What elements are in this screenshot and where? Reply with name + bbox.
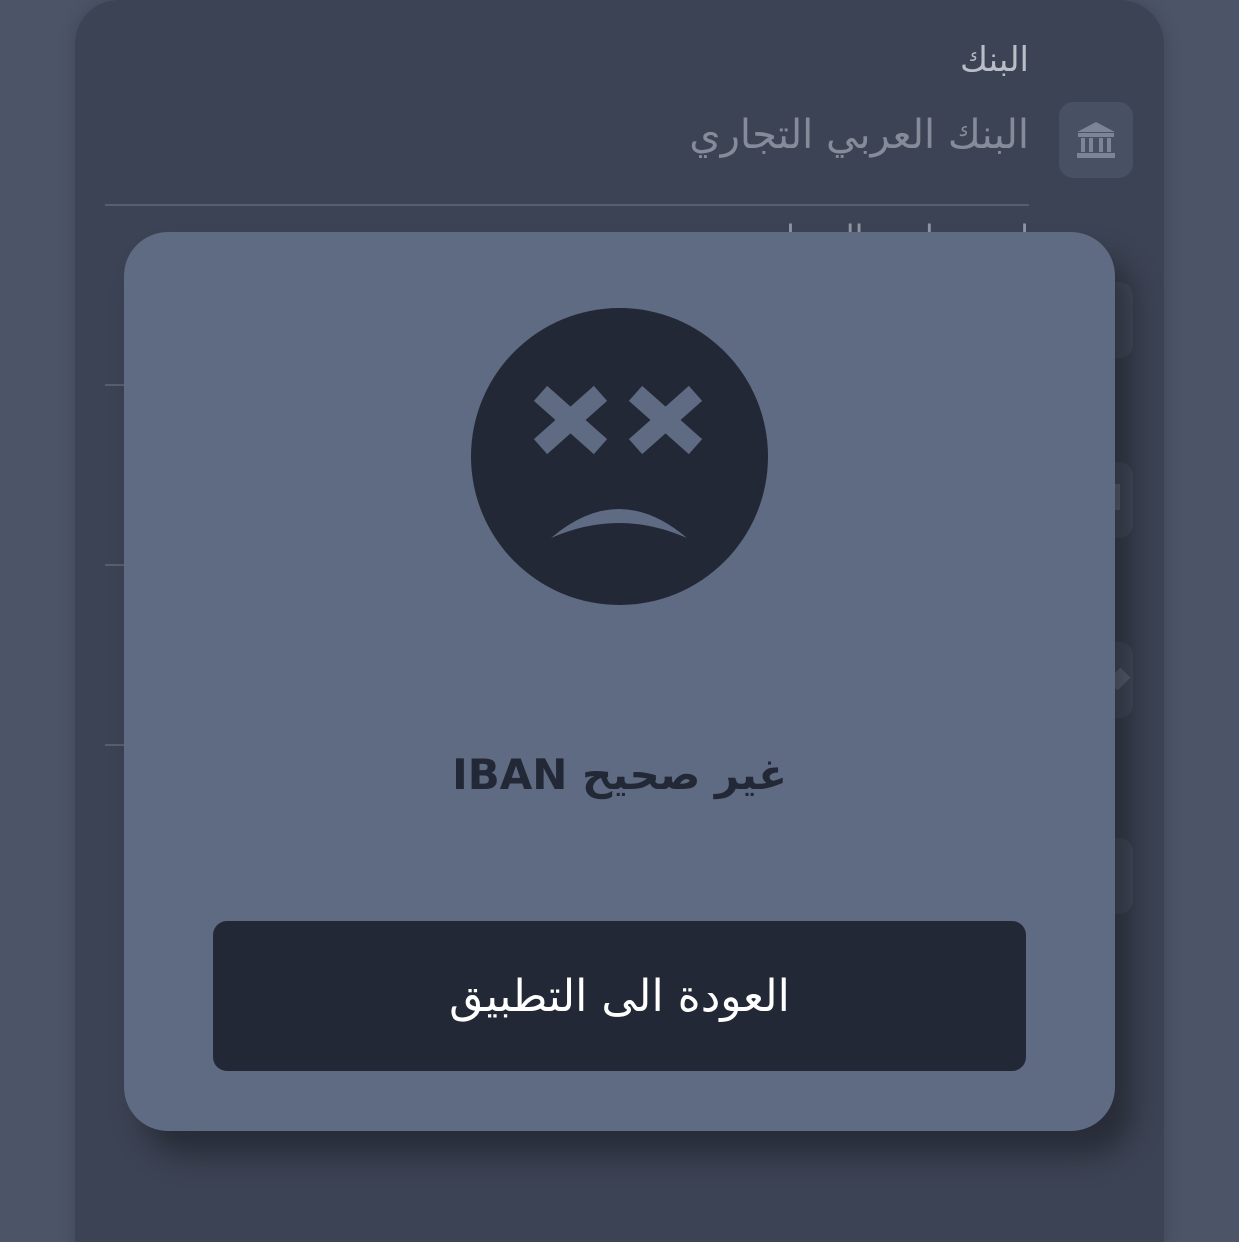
bank-icon [1059,102,1133,178]
return-to-app-button[interactable]: العودة الى التطبيق [213,921,1026,1071]
bank-field-label: البنك [960,40,1029,80]
bank-field-value[interactable]: البنك العربي التجاري [689,112,1029,158]
bank-field-divider [105,204,1029,206]
screen: البنك البنك العربي التجاري اسم صاحب الحس… [0,0,1239,1242]
sad-face-x-eyes-icon [471,308,768,605]
error-dialog: IBAN غير صحيح العودة الى التطبيق [124,232,1115,1131]
error-message: IBAN غير صحيح [452,750,787,799]
